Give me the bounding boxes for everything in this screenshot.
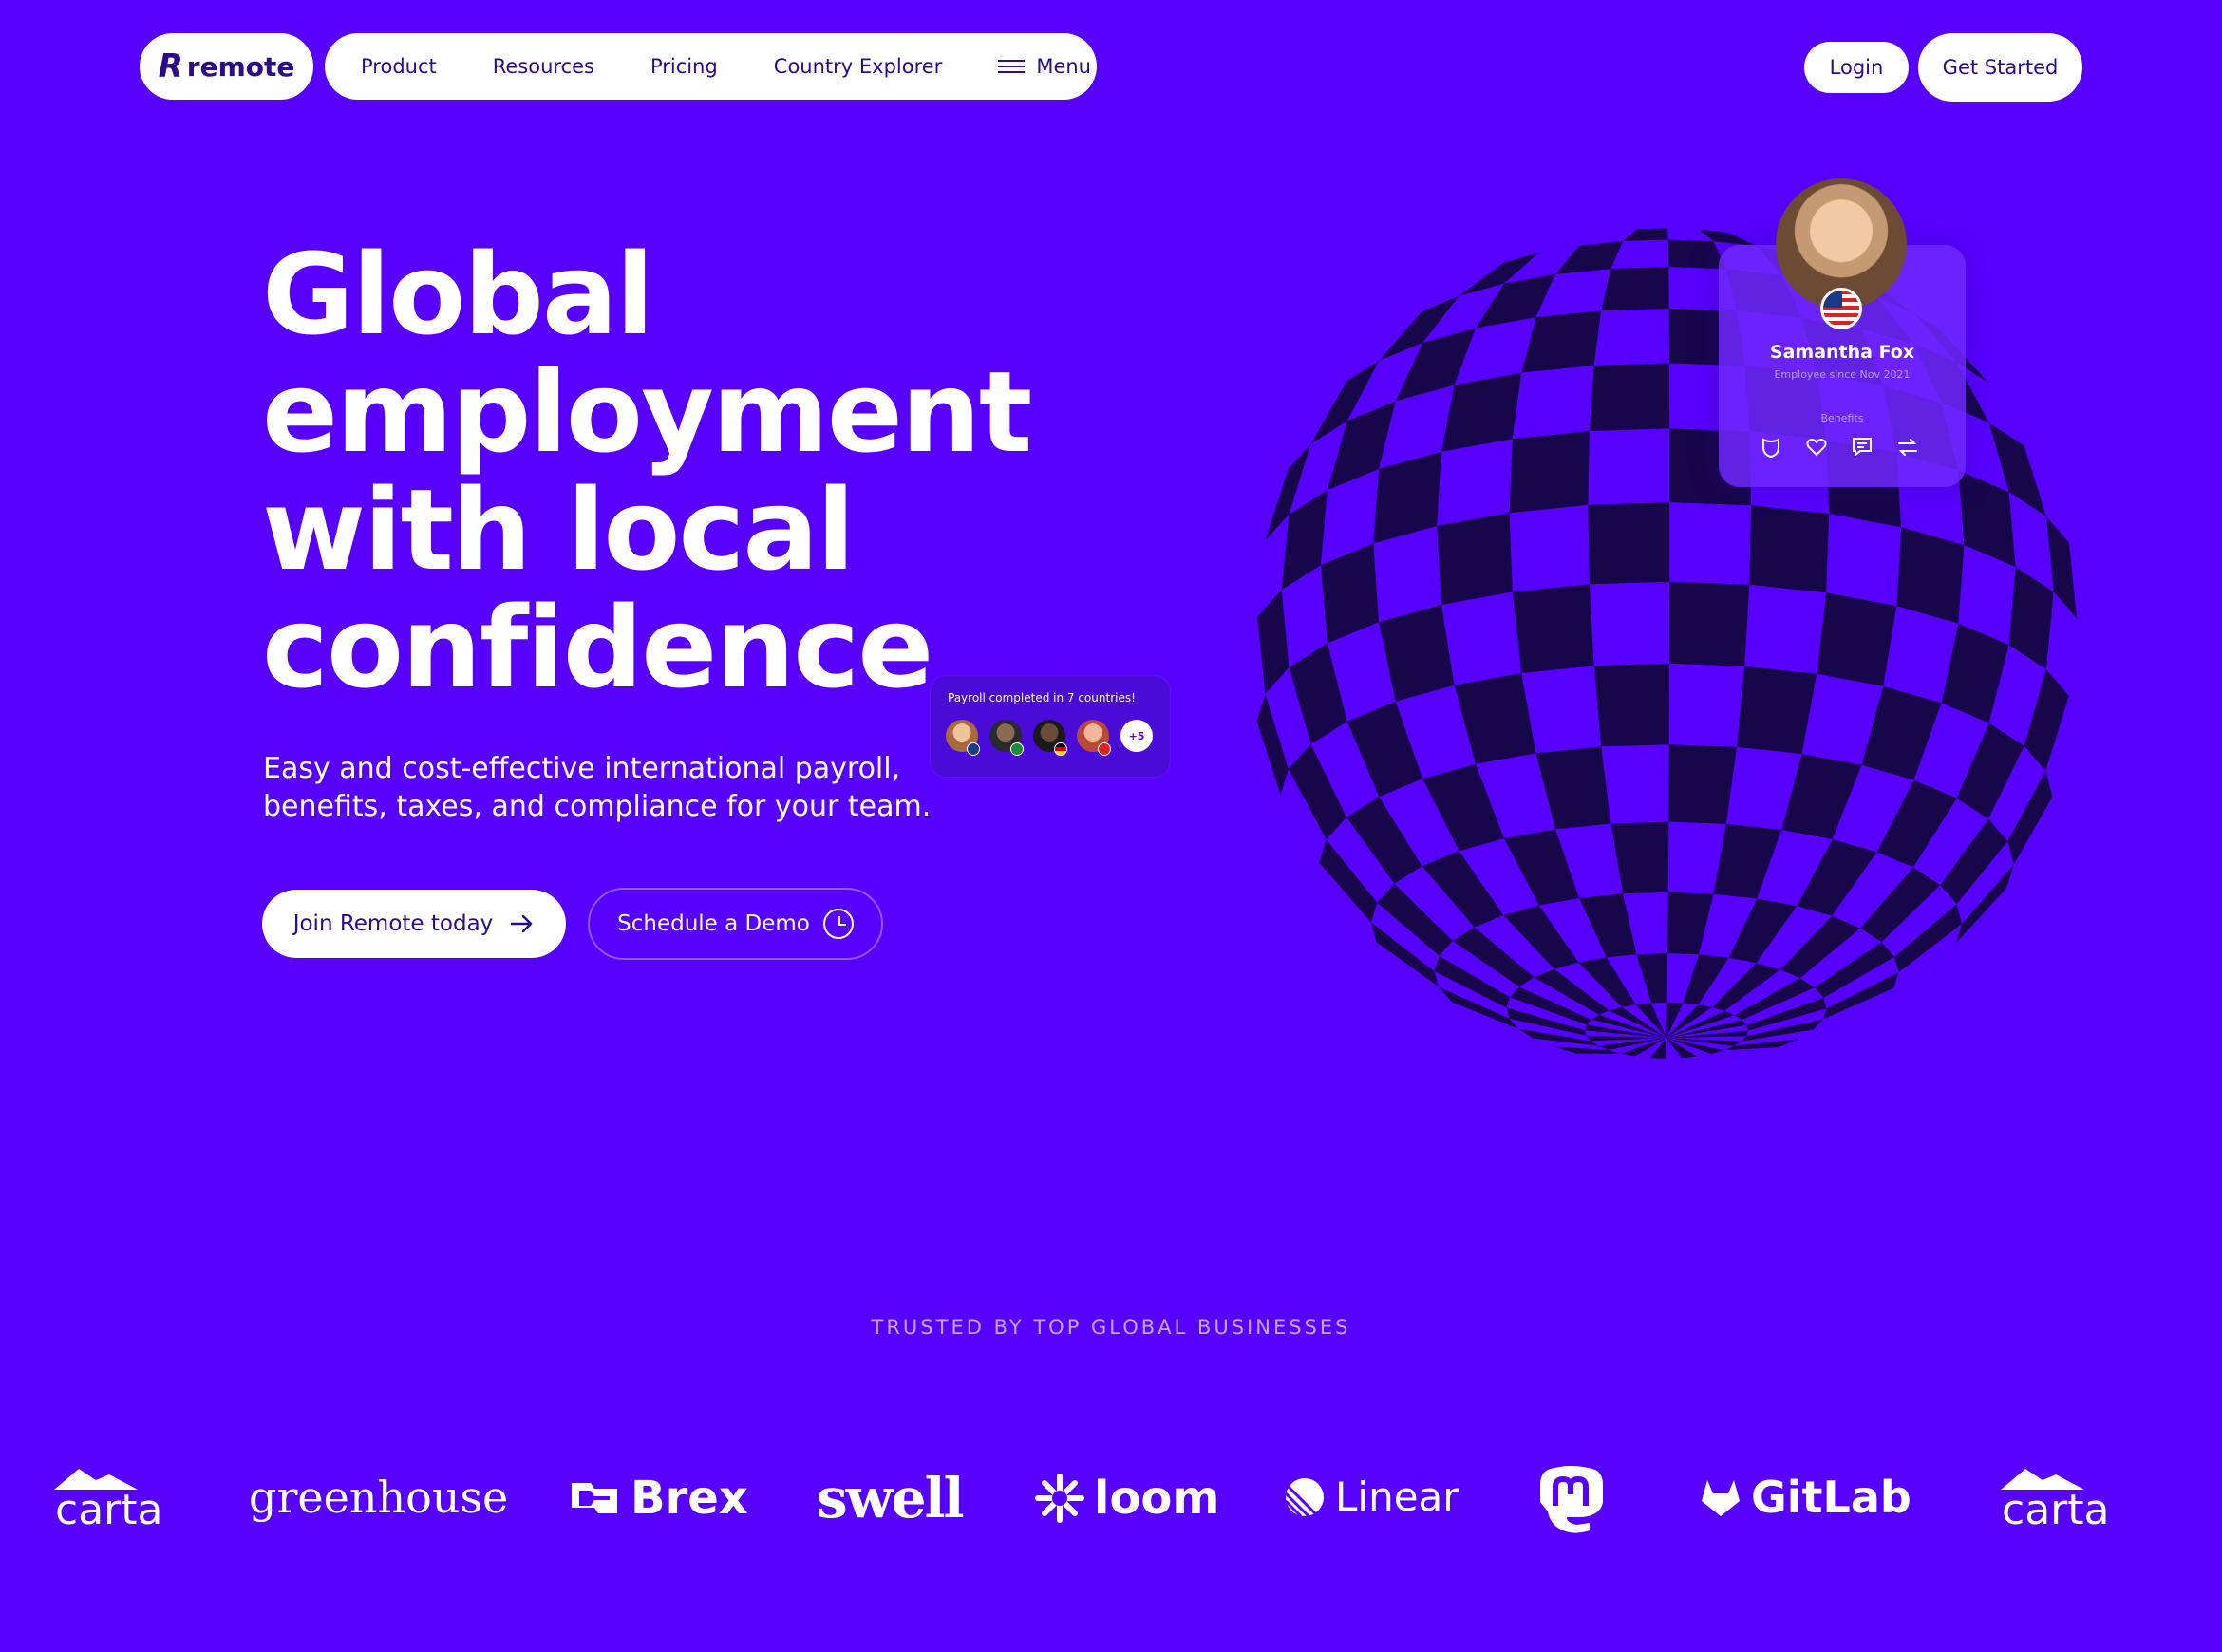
carta-logo: carta xyxy=(28,1467,162,1534)
avatar xyxy=(946,720,980,756)
get-started-button[interactable]: Get Started xyxy=(1918,33,2082,102)
main-nav: Product Resources Pricing Country Explor… xyxy=(325,33,1097,100)
employee-name: Samantha Fox xyxy=(1769,342,1915,363)
mastodon-logo xyxy=(1538,1464,1605,1534)
mastodon-icon xyxy=(1540,1466,1603,1533)
nav-link-country-explorer[interactable]: Country Explorer xyxy=(774,55,943,78)
arrow-right-icon xyxy=(511,914,533,933)
shield-icon xyxy=(1762,438,1779,459)
transfer-icon xyxy=(1898,439,1917,456)
flag-icon xyxy=(1098,742,1111,756)
clock-icon xyxy=(822,909,854,939)
join-remote-button[interactable]: Join Remote today xyxy=(262,890,566,958)
payroll-notification-card: Payroll completed in 7 countries! +5 xyxy=(931,676,1170,777)
swell-label: swell xyxy=(817,1466,965,1530)
payroll-text: Payroll completed in 7 countries! xyxy=(948,691,1136,704)
logo-text: remote xyxy=(186,50,295,83)
hero-title-line: with local xyxy=(262,464,856,595)
schedule-demo-label: Schedule a Demo xyxy=(617,911,810,936)
remote-logo[interactable]: R remote xyxy=(140,33,313,100)
loom-logo: loom xyxy=(1035,1472,1219,1525)
linear-label: Linear xyxy=(1335,1474,1459,1520)
gitlab-label: GitLab xyxy=(1751,1472,1911,1523)
flag-icon xyxy=(1054,742,1067,756)
hamburger-icon xyxy=(998,60,1026,73)
greenhouse-label: greenhouse xyxy=(249,1472,509,1523)
hero-title-line: employment xyxy=(262,347,1032,478)
payroll-avatars: +5 xyxy=(946,720,1153,756)
carta-label: carta xyxy=(55,1486,163,1534)
hero-subtitle-line: Easy and cost-effective international pa… xyxy=(263,752,901,785)
nav-link-product[interactable]: Product xyxy=(361,55,437,78)
greenhouse-logo: greenhouse xyxy=(249,1472,508,1523)
gitlab-logo: GitLab xyxy=(1700,1472,1911,1523)
flag-icon xyxy=(1010,742,1024,756)
loom-label: loom xyxy=(1094,1472,1220,1525)
us-flag-icon xyxy=(1820,288,1862,329)
avatar xyxy=(989,720,1024,756)
trusted-heading: TRUSTED BY TOP GLOBAL BUSINESSES xyxy=(871,1316,1351,1339)
join-remote-label: Join Remote today xyxy=(292,911,494,936)
hero-subtitle-line: benefits, taxes, and compliance for your… xyxy=(263,790,932,823)
nav-link-resources[interactable]: Resources xyxy=(493,55,594,78)
gitlab-fox-icon xyxy=(1702,1480,1740,1516)
benefits-label: Benefits xyxy=(1820,412,1864,424)
brex-label: Brex xyxy=(631,1472,748,1525)
menu-label: Menu xyxy=(1036,55,1091,78)
customer-logo-row: carta greenhouse Brex swell loom Linear xyxy=(0,1453,2222,1557)
carta-logo: carta xyxy=(1975,1467,2109,1534)
loom-burst-icon xyxy=(1035,1474,1084,1523)
brex-logo: Brex xyxy=(568,1472,748,1525)
linear-mark-icon xyxy=(1284,1477,1324,1517)
nav-link-pricing[interactable]: Pricing xyxy=(650,55,718,78)
hero-title-line: Global xyxy=(262,229,654,360)
brex-mark-icon xyxy=(572,1483,617,1513)
chat-icon xyxy=(1853,438,1872,458)
benefits-icons xyxy=(1759,435,1920,460)
carta-label: carta xyxy=(2002,1486,2110,1534)
linear-logo: Linear xyxy=(1284,1474,1459,1520)
schedule-demo-button[interactable]: Schedule a Demo xyxy=(588,888,883,960)
swell-logo: swell xyxy=(817,1466,965,1530)
flag-icon xyxy=(967,742,980,756)
menu-button[interactable]: Menu xyxy=(998,55,1091,78)
hero-subtitle: Easy and cost-effective international pa… xyxy=(263,750,985,826)
employee-since: Employee since Nov 2021 xyxy=(1774,368,1911,381)
login-button[interactable]: Login xyxy=(1804,42,1909,93)
hero-title: Global employment with local confidence xyxy=(262,235,1117,706)
avatar xyxy=(1033,720,1067,756)
heart-icon xyxy=(1806,438,1827,457)
more-count-badge: +5 xyxy=(1120,720,1153,752)
avatar xyxy=(1077,720,1111,756)
remote-r-icon: R xyxy=(158,47,183,85)
